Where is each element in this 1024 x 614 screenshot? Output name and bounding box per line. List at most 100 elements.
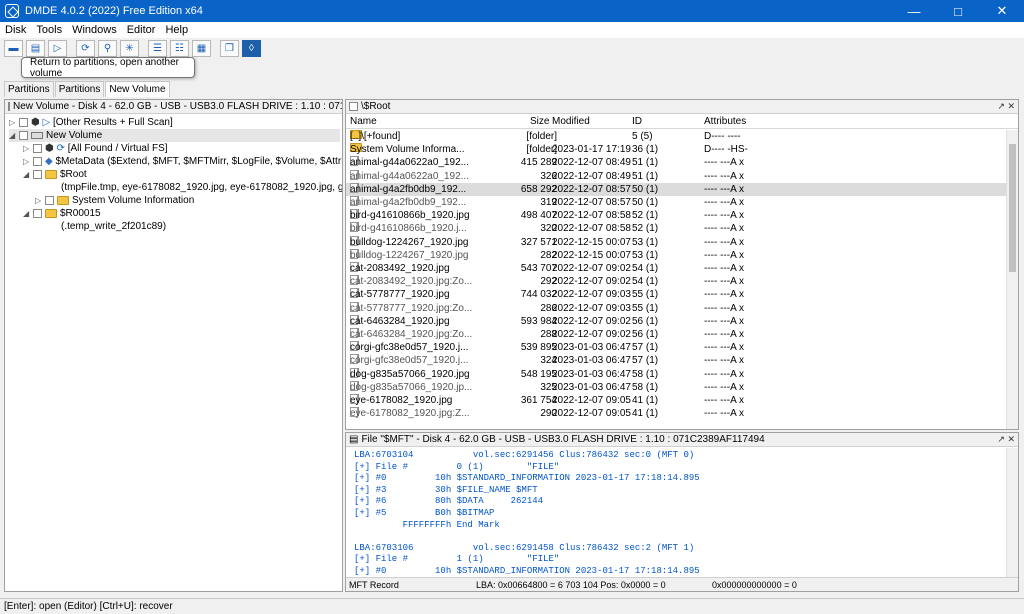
tree-item[interactable]: ▷ ⬢ ⟳ [All Found / Virtual FS] <box>23 142 168 155</box>
table-row[interactable]: corgi-gfc38e0d57_1920.j... 539 895 2023-01… <box>346 341 1006 354</box>
file-modified: 2022-12-15 00:07 <box>552 249 631 261</box>
file-modified: 2022-12-07 09:05 <box>552 395 631 406</box>
menu-editor[interactable]: Editor <box>122 24 161 36</box>
details-view-icon[interactable]: ▦ <box>192 39 211 57</box>
table-row[interactable]: animal-g4a2fb0db9_192... 658 292 2022-12-0… <box>346 182 1006 196</box>
tab-partitions-2[interactable]: Partitions <box>54 81 105 97</box>
menu-help[interactable]: Help <box>160 24 193 36</box>
vertical-scrollbar[interactable] <box>1006 130 1018 429</box>
table-row[interactable]: animal-g4a2fb0db9_192... 319 2022-12-07 08… <box>346 196 1006 209</box>
file-modified: 2022-12-07 09:03 <box>552 289 631 301</box>
tree-item[interactable]: ◢ $R00015 <box>23 207 101 220</box>
tree-item[interactable]: ▷ System Volume Information <box>35 194 194 207</box>
table-row[interactable]: bulldog-1224267_1920.jpg 327 571 2022-12-1… <box>346 235 1006 249</box>
close-icon[interactable]: ✕ <box>980 0 1024 22</box>
copy-icon[interactable]: ❐ <box>220 39 239 57</box>
collapse-icon[interactable]: ◢ <box>23 168 33 181</box>
disk-icon[interactable]: ▬ <box>4 39 23 57</box>
tree-item[interactable]: ▷ ◆ $MetaData ($Extend, $MFT, $MFTMirr, $… <box>23 155 342 168</box>
menu-windows[interactable]: Windows <box>67 24 122 36</box>
maximize-icon[interactable]: □ <box>936 0 980 22</box>
list-view-icon[interactable]: ☷ <box>170 39 189 57</box>
file-id: 56 (1) <box>632 329 659 340</box>
record-pane-header: ▤ File "$MFT" - Disk 4 - 62.0 GB - USB -… <box>346 433 1018 447</box>
col-attributes[interactable]: Attributes <box>704 116 746 127</box>
file-name: dog-g835a57066_1920.jpg <box>350 368 470 380</box>
tree-item[interactable]: ◢ New Volume <box>9 129 340 142</box>
expand-icon[interactable]: ▷ <box>35 194 45 207</box>
minimize-icon[interactable]: — <box>892 0 936 22</box>
table-row[interactable]: cat-6463284_1920.jpg 593 984 2022-12-07 09… <box>346 314 1006 328</box>
table-row[interactable]: cat-6463284_1920.jpg:Zo... 288 2022-12-07 … <box>346 328 1006 341</box>
refresh-icon[interactable]: ⟳ <box>76 39 95 57</box>
play-icon: ▷ <box>42 117 51 128</box>
expand-icon[interactable]: ▷ <box>23 155 33 168</box>
drive-icon <box>31 131 43 139</box>
collapse-icon[interactable]: ◢ <box>9 129 19 142</box>
record-line: [+] File # 0 (1) "FILE" <box>354 461 560 472</box>
col-name[interactable]: Name <box>350 116 377 127</box>
pane-maximize-icon[interactable]: ↗ ✕ <box>997 101 1018 112</box>
file-list-title: \$Root <box>361 101 391 112</box>
table-row[interactable]: System Volume Informa... [folder] 2023-01-… <box>346 143 1006 156</box>
table-row[interactable]: [..]\[+found] [folder] 5 (5) D---- ---- <box>346 130 1006 143</box>
tree-view-icon[interactable]: ☰ <box>148 39 167 57</box>
tree-item[interactable]: (tmpFile.tmp, eye-6178082_1920.jpg, eye-… <box>61 181 342 194</box>
mft-record-view[interactable]: LBA:6703104 vol.sec:6291456 Clus:786432 … <box>346 448 1006 591</box>
tab-new-volume[interactable]: New Volume <box>105 81 170 97</box>
file-modified: 2023-01-03 06:47 <box>552 355 631 367</box>
pane-maximize-icon[interactable]: ↗ ✕ <box>997 434 1018 445</box>
menu-tools[interactable]: Tools <box>31 24 67 36</box>
folder-icon <box>45 169 57 179</box>
file-name: bird-g41610866b_1920.jpg <box>350 210 470 222</box>
file-name: eye-6178082_1920.jpg:Z... <box>350 408 470 420</box>
table-row[interactable]: cat-2083492_1920.jpg:Zo... 292 2022-12-07 … <box>346 275 1006 288</box>
file-modified: 2023-01-03 06:47 <box>552 368 631 380</box>
table-row[interactable]: dog-g835a57066_1920.jpg 548 195 2023-01-03… <box>346 367 1006 381</box>
play-icon[interactable]: ▷ <box>48 39 67 57</box>
file-id: 53 (1) <box>632 249 659 261</box>
table-row[interactable]: corgi-gfc38e0d57_1920.j... 324 2023-01-03 … <box>346 354 1006 367</box>
record-pane: ▤ File "$MFT" - Disk 4 - 62.0 GB - USB -… <box>345 432 1019 592</box>
collapse-icon[interactable]: ◢ <box>23 207 33 220</box>
table-row[interactable]: dog-g835a57066_1920.jp... 325 2023-01-03 0… <box>346 380 1006 394</box>
table-row[interactable]: bird-g41610866b_1920.j... 320 2022-12-07 0… <box>346 222 1006 235</box>
menu-disk[interactable]: Disk <box>0 24 31 36</box>
table-row[interactable]: cat-5778777_1920.jpg:Zo... 286 2022-12-07 … <box>346 301 1006 315</box>
partitions-icon[interactable]: ▤ <box>26 39 45 57</box>
pane-checkbox[interactable] <box>349 102 358 111</box>
table-row[interactable]: eye-6178082_1920.jpg 361 754 2022-12-07 09… <box>346 394 1006 407</box>
table-row[interactable]: cat-5778777_1920.jpg 744 032 2022-12-07 09… <box>346 288 1006 301</box>
view-mode[interactable]: MFT Record <box>349 580 399 590</box>
scroll-thumb[interactable] <box>1009 144 1016 272</box>
tab-partitions-1[interactable]: Partitions <box>4 81 54 97</box>
file-name: cat-5778777_1920.jpg:Zo... <box>350 302 473 314</box>
table-row[interactable]: animal-g44a0622a0_192... 326 2022-12-07 08… <box>346 169 1006 183</box>
col-modified[interactable]: Modified <box>552 116 590 127</box>
table-row[interactable]: bird-g41610866b_1920.jpg 498 407 2022-12-0… <box>346 209 1006 222</box>
tree-item[interactable]: (.temp_write_2f201c89) <box>61 220 166 233</box>
file-attributes: ---- ---A x <box>704 395 744 406</box>
menu-bar: Disk Tools Windows Editor Help <box>0 22 1024 38</box>
table-row[interactable]: animal-g44a0622a0_192... 415 289 2022-12-0… <box>346 156 1006 169</box>
offset-value: 0x000000000000 = 0 <box>712 580 797 590</box>
tree-item[interactable]: ▷ ⬢ ▷ [Other Results + Full Scan] <box>9 116 173 129</box>
expand-icon[interactable]: ▷ <box>23 142 33 155</box>
table-row[interactable]: cat-2083492_1920.jpg 543 707 2022-12-07 09… <box>346 262 1006 275</box>
record-scrollbar[interactable] <box>1006 448 1018 577</box>
file-id: 36 (1) <box>632 144 659 156</box>
expand-icon[interactable]: ▷ <box>9 116 19 129</box>
table-row[interactable]: bulldog-1224267_1920.jpg 282 2022-12-15 00… <box>346 248 1006 262</box>
dmde-logo-icon[interactable]: ◊ <box>242 39 261 57</box>
pane-checkbox[interactable] <box>8 102 10 111</box>
table-row[interactable]: eye-6178082_1920.jpg:Z... 290 2022-12-07 0… <box>346 407 1006 420</box>
file-attributes: ---- ---A x <box>704 183 744 195</box>
new-item-icon[interactable]: ✳ <box>120 39 139 57</box>
search-icon[interactable]: ⚲ <box>98 39 117 57</box>
file-id: 51 (1) <box>632 170 659 182</box>
col-id[interactable]: ID <box>632 116 642 127</box>
col-size[interactable]: Size <box>530 116 549 127</box>
file-modified: 2022-12-15 00:07 <box>552 236 631 248</box>
tree-item[interactable]: ◢ $Root <box>23 168 87 181</box>
record-line: [+] #6 80h $DATA 262144 <box>354 496 544 507</box>
